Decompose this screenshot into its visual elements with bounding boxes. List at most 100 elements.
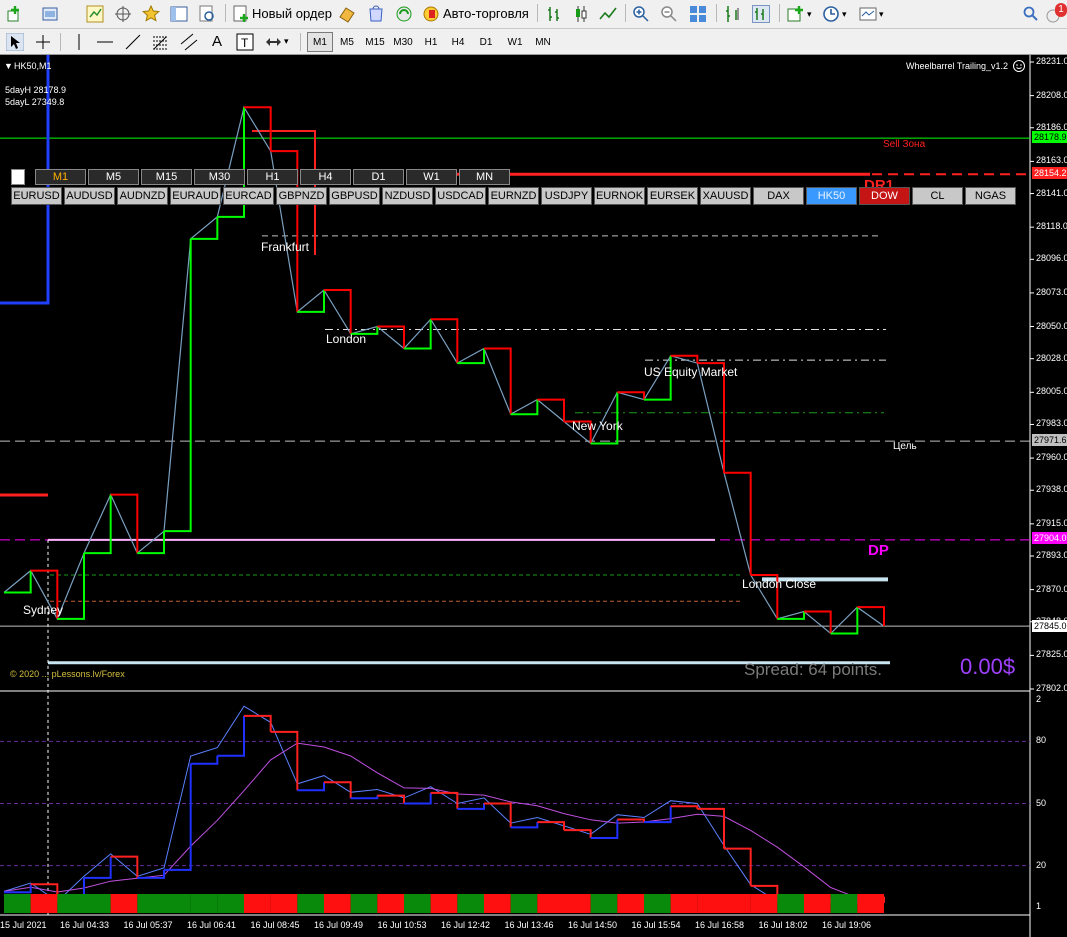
tf-m5[interactable]: M5 bbox=[335, 32, 359, 52]
algo-trading-button[interactable]: Авто-торговля bbox=[443, 3, 529, 25]
trend-bar-segment bbox=[644, 894, 671, 913]
chart-tf-m30[interactable]: M30 bbox=[194, 169, 245, 185]
new-order-icon[interactable] bbox=[232, 5, 250, 23]
trend-bar-segment bbox=[830, 894, 858, 913]
vertical-line-icon[interactable] bbox=[70, 33, 88, 51]
symbol-eursek[interactable]: EURSEK bbox=[647, 187, 698, 205]
trend-bar-segment bbox=[750, 894, 778, 913]
fibonacci-icon[interactable] bbox=[151, 33, 169, 51]
metaeditor-icon[interactable] bbox=[338, 5, 356, 23]
favorites-icon[interactable] bbox=[141, 4, 161, 23]
symbol-euraud[interactable]: EURAUD bbox=[170, 187, 221, 205]
main-toolbar: Новый ордер Авто-торговля ▾ ▾ ▾ 1 bbox=[0, 0, 1067, 29]
price-tick-label: 28050.0 bbox=[1036, 320, 1067, 331]
trend-bar-segment bbox=[164, 894, 191, 913]
symbol-usdjpy[interactable]: USDJPY bbox=[541, 187, 592, 205]
signals-icon[interactable] bbox=[395, 5, 413, 23]
session-frankfurt: Frankfurt bbox=[261, 240, 310, 254]
templates-icon[interactable] bbox=[859, 5, 877, 23]
autoscroll-icon[interactable] bbox=[752, 5, 770, 23]
new-chart-icon[interactable] bbox=[6, 5, 24, 23]
symbol-eurnok[interactable]: EURNOK bbox=[594, 187, 645, 205]
symbol-eurusd[interactable]: EURUSD bbox=[11, 187, 62, 205]
crosshair-nav-icon[interactable] bbox=[114, 5, 132, 23]
tf-m15[interactable]: M15 bbox=[362, 32, 388, 52]
tf-h1[interactable]: H1 bbox=[420, 32, 442, 52]
text-label-icon[interactable]: T bbox=[236, 33, 254, 51]
tf-d1[interactable]: D1 bbox=[475, 32, 497, 52]
text-tool-icon[interactable]: A bbox=[208, 33, 226, 51]
chart-tf-mn[interactable]: MN bbox=[459, 169, 510, 185]
symbol-eurnzd[interactable]: EURNZD bbox=[488, 187, 539, 205]
chart-tf-h4[interactable]: H4 bbox=[300, 169, 351, 185]
strategy-tester-icon[interactable] bbox=[198, 5, 216, 23]
indicators-icon[interactable] bbox=[787, 5, 805, 23]
price-tick-label: 28096.0 bbox=[1036, 253, 1067, 264]
trend-bar-segment bbox=[537, 894, 564, 913]
symbol-hk50[interactable]: HK50 bbox=[806, 187, 857, 205]
horizontal-line-icon[interactable] bbox=[96, 33, 114, 51]
symbol-xauusd[interactable]: XAUUSD bbox=[700, 187, 751, 205]
line-chart-icon[interactable] bbox=[599, 5, 617, 23]
oscillator-step-segment bbox=[537, 821, 565, 831]
crosshair-icon[interactable] bbox=[34, 33, 52, 51]
periods-icon[interactable] bbox=[822, 5, 840, 23]
oscillator-step-segment bbox=[270, 730, 299, 791]
chart-checkbox[interactable] bbox=[11, 169, 25, 185]
oscillator-blue-line bbox=[3, 705, 885, 904]
search-icon[interactable] bbox=[1022, 5, 1040, 23]
channel-icon[interactable] bbox=[180, 33, 198, 51]
indicators-dropdown[interactable]: ▾ bbox=[807, 3, 812, 25]
chart-tf-m1[interactable]: M1 bbox=[35, 169, 86, 185]
oscillator-step-segment bbox=[164, 763, 192, 871]
chart-tf-w1[interactable]: W1 bbox=[406, 169, 457, 185]
bar-chart-icon[interactable] bbox=[545, 5, 563, 23]
periods-dropdown[interactable]: ▾ bbox=[842, 3, 847, 25]
cursor-icon[interactable] bbox=[5, 32, 25, 52]
symbol-gbpnzd[interactable]: GBPNZD bbox=[276, 187, 327, 205]
tf-h4[interactable]: H4 bbox=[447, 32, 469, 52]
trend-line-icon[interactable] bbox=[124, 33, 142, 51]
tf-w1[interactable]: W1 bbox=[504, 32, 526, 52]
market-icon[interactable] bbox=[367, 5, 385, 23]
algo-trading-icon[interactable] bbox=[422, 5, 440, 23]
symbol-audnzd[interactable]: AUDNZD bbox=[117, 187, 168, 205]
symbol-cl[interactable]: CL bbox=[912, 187, 963, 205]
terminal-icon[interactable] bbox=[170, 5, 188, 23]
arrows-dropdown[interactable]: ▾ bbox=[284, 30, 289, 52]
tf-mn[interactable]: MN bbox=[531, 32, 555, 52]
candlesticks-icon[interactable] bbox=[572, 5, 590, 23]
symbol-usdcad[interactable]: USDCAD bbox=[435, 187, 486, 205]
tf-m30[interactable]: M30 bbox=[390, 32, 416, 52]
zoom-in-icon[interactable] bbox=[632, 5, 650, 23]
oscillator-step-segment bbox=[670, 805, 699, 809]
price-label-bid: 27845.0 bbox=[1032, 620, 1067, 632]
symbol-dow[interactable]: DOW bbox=[859, 187, 910, 205]
symbol-gbpusd[interactable]: GBPUSD bbox=[329, 187, 380, 205]
templates-dropdown[interactable]: ▾ bbox=[879, 3, 884, 25]
tf-m1[interactable]: M1 bbox=[307, 32, 333, 52]
symbol-ngas[interactable]: NGAS bbox=[965, 187, 1016, 205]
new-order-button[interactable]: Новый ордер bbox=[252, 3, 332, 25]
time-tick-label: 16 Jul 15:54 bbox=[631, 920, 681, 930]
market-watch-icon[interactable] bbox=[86, 5, 104, 23]
oscillator-step-segment bbox=[404, 792, 432, 805]
chart-tf-d1[interactable]: D1 bbox=[353, 169, 404, 185]
oscillator-purple-line bbox=[3, 742, 885, 903]
profiles-icon[interactable] bbox=[42, 5, 60, 23]
symbol-nzdusd[interactable]: NZDUSD bbox=[382, 187, 433, 205]
zoom-out-icon[interactable] bbox=[660, 5, 678, 23]
tile-windows-icon[interactable] bbox=[689, 5, 707, 23]
time-tick-label: 16 Jul 06:41 bbox=[187, 920, 237, 930]
arrows-icon[interactable] bbox=[263, 33, 281, 51]
chart-tf-m5[interactable]: M5 bbox=[88, 169, 139, 185]
chart-tf-m15[interactable]: M15 bbox=[141, 169, 192, 185]
symbol-audusd[interactable]: AUDUSD bbox=[64, 187, 115, 205]
chart-shift-icon[interactable] bbox=[724, 5, 742, 23]
toolbar-separator bbox=[625, 4, 626, 22]
symbol-dax[interactable]: DAX bbox=[753, 187, 804, 205]
trend-bar-segment bbox=[377, 894, 404, 913]
time-tick-label: 16 Jul 19:06 bbox=[822, 920, 872, 930]
chart-tf-h1[interactable]: H1 bbox=[247, 169, 298, 185]
symbol-eurcad[interactable]: EURCAD bbox=[223, 187, 274, 205]
